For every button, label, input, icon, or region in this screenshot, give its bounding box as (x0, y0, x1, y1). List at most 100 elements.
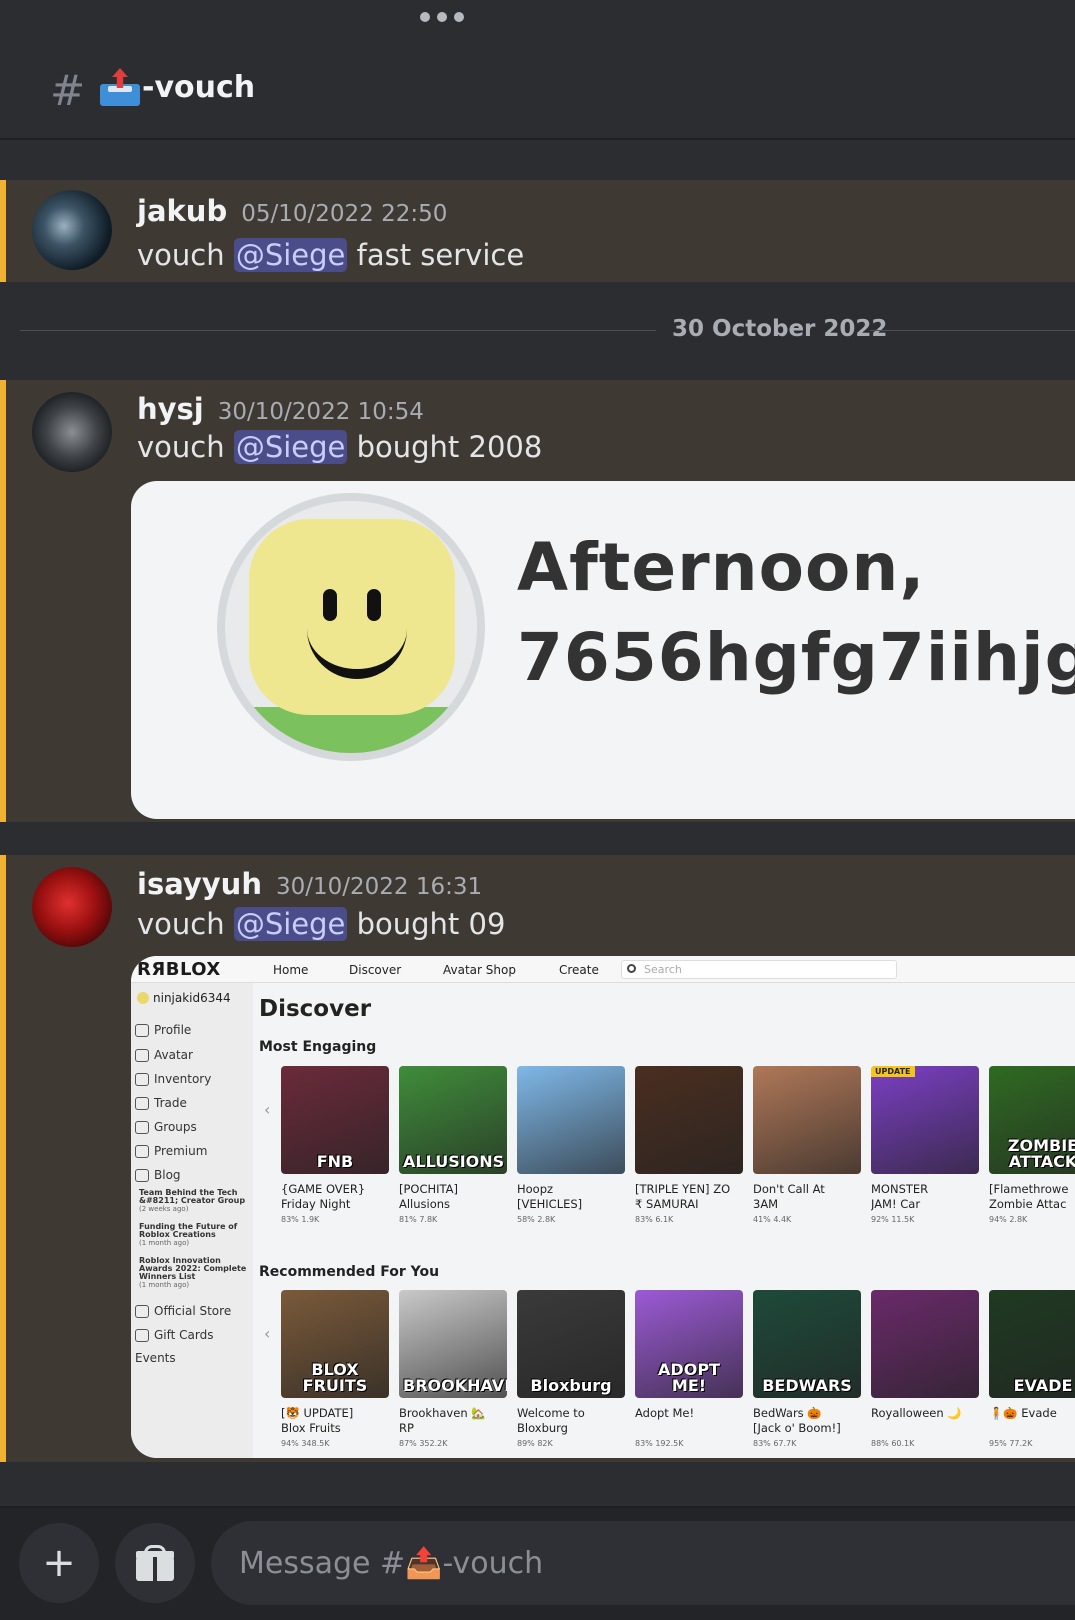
thumbnail-title: BLOX FRUITS (302, 1360, 368, 1395)
avatar[interactable] (32, 190, 112, 270)
game-stats: 83% 192.5K (635, 1439, 684, 1448)
game-name: {GAME OVER} Friday Night (281, 1182, 389, 1213)
sidebar-inventory: Inventory (135, 1072, 211, 1086)
roblox-logo: RЯBLOX (137, 959, 221, 980)
message-jakub[interactable]: jakub 05/10/2022 22:50 vouch @Siege fast … (0, 180, 1075, 282)
mention[interactable]: @Siege (233, 907, 348, 941)
image-attachment[interactable]: Afternoon, 7656hgfg7iihjg (131, 481, 1075, 819)
avatar-icon (135, 1048, 149, 1062)
sidebar-gift-cards: Gift Cards (135, 1328, 214, 1342)
game-name-line1: Adopt Me! (635, 1406, 695, 1420)
date-divider: 30 October 2022 (20, 316, 1075, 342)
game-stats: 87% 352.2K (399, 1439, 448, 1448)
label: Events (135, 1351, 176, 1365)
username[interactable]: jakub 05/10/2022 22:50 (137, 194, 447, 228)
game-tile: ALLUSIONS [POCHITA] Allusions 81% 7.8K (399, 1066, 507, 1224)
game-tile: EVADE 🧍🎃 Evade 95% 77.2K (989, 1290, 1075, 1448)
avatar-face-icon (137, 992, 149, 1004)
game-name-line1: Don't Call At (753, 1182, 825, 1196)
label: Groups (154, 1120, 197, 1134)
search-placeholder: Search (644, 963, 682, 976)
thumbnail-title: FNB (316, 1152, 354, 1171)
game-thumbnail (871, 1290, 979, 1398)
game-tile: Don't Call At 3AM 41% 4.4K (753, 1066, 861, 1224)
gift-button[interactable] (115, 1523, 195, 1603)
game-name-line2: Blox Fruits (281, 1421, 341, 1435)
game-thumbnail (517, 1066, 625, 1174)
game-name-line2: Friday Night (281, 1197, 351, 1211)
game-name-line2: Bloxburg (517, 1421, 568, 1435)
avatar[interactable] (32, 392, 112, 472)
game-name: [POCHITA] Allusions (399, 1182, 507, 1213)
game-name-line1: [Flamethrowe (989, 1182, 1069, 1196)
image-attachment-roblox[interactable]: RЯBLOX Home Discover Avatar Shop Create … (131, 956, 1075, 1458)
mention[interactable]: @Siege (233, 430, 348, 464)
message-input[interactable]: Message #📤-vouch (211, 1521, 1075, 1605)
username[interactable]: hysj 30/10/2022 10:54 (137, 392, 424, 426)
gift-card-icon (135, 1328, 149, 1342)
game-stats: 81% 7.8K (399, 1215, 438, 1224)
game-tile: BEDWARS BedWars 🎃 [Jack o' Boom!] 83% 67.7K (753, 1290, 861, 1448)
game-thumbnail (635, 1066, 743, 1174)
blog-post: Team Behind the Tech &#8211; Creator Gro… (139, 1189, 251, 1214)
thumbnail-title: Bloxburg (530, 1376, 612, 1395)
game-tile: Royalloween 🌙 88% 60.1K (871, 1290, 979, 1448)
mention[interactable]: @Siege (233, 238, 348, 272)
game-tile: Hoopz [VEHICLES] 58% 2.8K (517, 1066, 625, 1224)
game-name-line1: {GAME OVER} (281, 1182, 366, 1196)
game-name: [Flamethrowe Zombie Attac (989, 1182, 1075, 1213)
chevron-left-icon: ‹ (264, 1324, 271, 1343)
roblox-user: ninjakid6344 (137, 991, 231, 1005)
game-tile: FNB {GAME OVER} Friday Night 83% 1.9K (281, 1066, 389, 1224)
game-thumbnail: UPDATE (871, 1066, 979, 1174)
inventory-icon (135, 1072, 149, 1086)
game-stats: 83% 6.1K (635, 1215, 674, 1224)
game-tile: Bloxburg Welcome to Bloxburg 89% 82K (517, 1290, 625, 1448)
channel-name: -vouch (142, 69, 256, 105)
add-attachment-button[interactable]: + (19, 1523, 99, 1603)
sidebar-trade: Trade (135, 1096, 187, 1110)
game-thumbnail (753, 1066, 861, 1174)
avatar[interactable] (32, 867, 112, 947)
game-thumbnail: BEDWARS (753, 1290, 861, 1398)
label: Official Store (154, 1304, 232, 1318)
sidebar-official-store: Official Store (135, 1304, 231, 1318)
game-stats: 83% 1.9K (281, 1215, 320, 1224)
game-name: 🧍🎃 Evade (989, 1406, 1075, 1437)
text: bought 2008 (347, 430, 543, 464)
game-stats: 95% 77.2K (989, 1439, 1033, 1448)
game-thumbnail: ADOPT ME! (635, 1290, 743, 1398)
username-text[interactable]: isayyuh (137, 867, 262, 901)
game-thumbnail: BLOX FRUITS (281, 1290, 389, 1398)
game-name-line1: BedWars 🎃 (753, 1406, 822, 1420)
greeting-username: 7656hgfg7iihjg (517, 619, 1075, 696)
timestamp: 05/10/2022 22:50 (241, 201, 448, 227)
nav-home: Home (273, 963, 309, 977)
thumbnail-title: EVADE (1013, 1376, 1073, 1395)
username-text[interactable]: hysj (137, 392, 204, 426)
game-name-line1: Hoopz (517, 1182, 554, 1196)
game-name-line1: [POCHITA] (399, 1182, 459, 1196)
username-text[interactable]: jakub (137, 194, 227, 228)
game-name-line1: [🐯 UPDATE] (281, 1406, 354, 1420)
discover-title: Discover (259, 996, 372, 1022)
username[interactable]: isayyuh 30/10/2022 16:31 (137, 867, 482, 901)
roblox-navbar: RЯBLOX Home Discover Avatar Shop Create … (131, 956, 1075, 983)
game-name-line2: 3AM (753, 1197, 779, 1211)
nav-avatar-shop: Avatar Shop (443, 963, 516, 977)
label: Trade (154, 1096, 187, 1110)
game-name: Don't Call At 3AM (753, 1182, 861, 1213)
thumbnail-title: ALLUSIONS (403, 1152, 505, 1171)
thumbnail-title: BEDWARS (762, 1376, 852, 1395)
game-stats: 89% 82K (517, 1439, 553, 1448)
more-options-icon[interactable] (420, 12, 464, 22)
nav-discover: Discover (349, 963, 402, 977)
game-name: Welcome to Bloxburg (517, 1406, 625, 1437)
game-name: [TRIPLE YEN] ZO ₹ SAMURAI (635, 1182, 743, 1213)
game-name: Brookhaven 🏡 RP (399, 1406, 507, 1437)
chevron-left-icon: ‹ (264, 1100, 271, 1119)
game-tile: ZOMBIE ATTACK [Flamethrowe Zombie Attac 94%… (989, 1066, 1075, 1224)
blog-title: Funding the Future of Roblox Creations (139, 1222, 238, 1239)
search-icon (627, 964, 636, 973)
section-most-engaging: Most Engaging (259, 1039, 377, 1055)
